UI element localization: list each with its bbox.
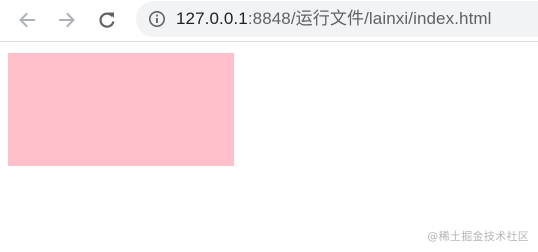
reload-button[interactable]: [94, 7, 120, 33]
arrow-right-icon: [59, 12, 75, 28]
info-circle-icon[interactable]: [148, 10, 166, 28]
page-viewport: @稀土掘金技术社区: [0, 42, 538, 252]
reload-icon: [99, 12, 115, 28]
pink-box: [8, 53, 234, 166]
back-button[interactable]: [14, 7, 40, 33]
url-text[interactable]: 127.0.0.1:8848/运行文件/lainxi/index.html: [176, 9, 492, 29]
watermark: @稀土掘金技术社区: [427, 230, 529, 243]
url-host: 127.0.0.1: [176, 9, 248, 28]
url-path: :8848/运行文件/lainxi/index.html: [247, 9, 492, 28]
address-bar[interactable]: 127.0.0.1:8848/运行文件/lainxi/index.html: [136, 1, 538, 37]
browser-toolbar: 127.0.0.1:8848/运行文件/lainxi/index.html: [0, 0, 538, 42]
arrow-left-icon: [19, 12, 35, 28]
forward-button[interactable]: [54, 7, 80, 33]
